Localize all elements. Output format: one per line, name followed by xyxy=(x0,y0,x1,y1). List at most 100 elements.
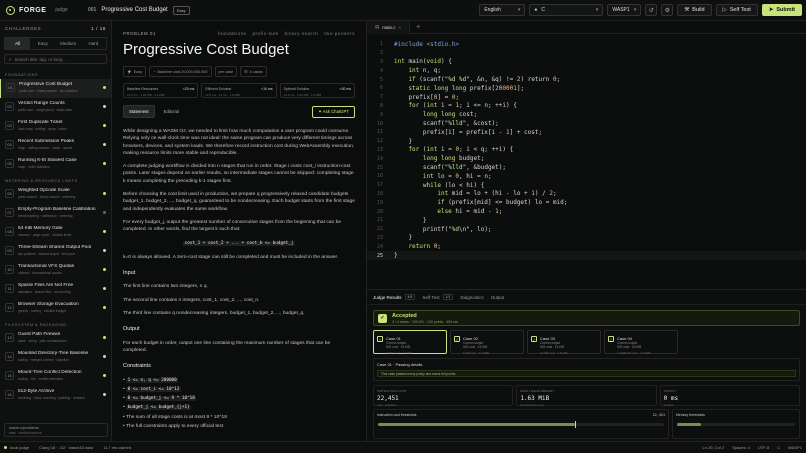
code-language-select[interactable]: ● C ▾ xyxy=(529,4,604,16)
file-tab-main-c[interactable]: ▤ main.c × xyxy=(367,20,411,34)
code-line[interactable]: 17 while (lo < hi) { xyxy=(367,181,806,190)
constraints-heading: Constraints xyxy=(123,363,151,370)
sidebar-item[interactable]: 16 512-Byte Archive archiving · block roun… xyxy=(0,386,111,405)
sidebar-item-text: Progressive Cost Budget prefix sum · bina… xyxy=(19,82,99,93)
compiler-select[interactable]: WASP1 ▾ xyxy=(607,4,642,16)
check-icon: ✓ xyxy=(377,336,383,342)
constraint-item: • The sum of all stage costs is at most … xyxy=(123,414,227,420)
code-line[interactable]: 23 } xyxy=(367,234,806,243)
code-line[interactable]: 18 int mid = lo + (hi - lo + 1) / 2; xyxy=(367,190,806,199)
search-input[interactable]: ⌕ Search title, tag, or lang... xyxy=(4,54,107,64)
solved-status-dot-icon xyxy=(103,143,106,146)
case-resource: 503 cost · 16 KiB xyxy=(463,345,488,349)
code-line[interactable]: 7 prefix[0] = 0; xyxy=(367,93,806,102)
sidebar-item[interactable]: 07 Empty-Program Baseline Calibration benc… xyxy=(0,204,111,223)
tag: binary-search xyxy=(284,31,319,36)
code-line[interactable]: 20 else hi = mid - 1; xyxy=(367,207,806,216)
status-language[interactable]: C xyxy=(777,445,780,450)
tab-all[interactable]: All xyxy=(5,38,31,49)
code-line[interactable]: 8 for (int i = 1; i <= n; ++i) { xyxy=(367,102,806,111)
status-encoding[interactable]: UTF-8 xyxy=(758,445,769,450)
code-line[interactable]: 5 if (scanf("%d %d", &n, &q) != 2) retur… xyxy=(367,75,806,84)
code-line[interactable]: 6 static long long prefix[200001]; xyxy=(367,84,806,93)
stat-value: <20 ms xyxy=(182,87,195,91)
code-line[interactable]: 21 } xyxy=(367,216,806,225)
logo[interactable]: FORGE judge xyxy=(6,5,68,15)
code-line[interactable]: 10 scanf("%lld", &cost); xyxy=(367,119,806,128)
code-line[interactable]: 22 printf("%d\n", lo); xyxy=(367,225,806,234)
tab-self-test[interactable]: Self Test 1/1 xyxy=(422,294,454,300)
tab-statement[interactable]: Statement xyxy=(123,105,155,118)
status-cursor[interactable]: Ln 25, Col 2 xyxy=(703,445,725,450)
code-line[interactable]: 24 return 0; xyxy=(367,242,806,251)
test-case-card[interactable]: ✓ Case 02 Correct output 503 cost · 16 KiB 5… xyxy=(450,330,524,355)
metric-value: 22,451 xyxy=(377,395,399,402)
settings-icon[interactable]: ⚙ xyxy=(661,4,674,16)
tab-easy[interactable]: Easy xyxy=(30,38,55,49)
sidebar-item[interactable]: 14 Mounted Directory-Tree Baseline sorting… xyxy=(0,348,111,367)
code-area[interactable]: 1 #include <stdio.h> 2 3 int main(void) {4 i… xyxy=(367,40,806,260)
sidebar-item-label: Three-Stream Shared Output Pool xyxy=(18,245,92,250)
forge-logo-icon xyxy=(6,5,15,15)
line-number: 20 xyxy=(376,208,383,215)
sidebar-item[interactable]: 02 Verdict Range Counts prefix sum · range… xyxy=(0,98,111,117)
test-case-card[interactable]: ✓ Case 03 Correct output 503 cost · 16 KiB 1… xyxy=(527,330,601,355)
code-token: } xyxy=(394,234,413,242)
sidebar-item[interactable]: 13 Guest Path Firewall stack · string · pa… xyxy=(0,329,111,348)
status-compiler-mode[interactable]: WASP1 xyxy=(788,445,802,450)
sidebar-item[interactable]: 03 First Duplicate Ticket hash map · sorti… xyxy=(0,117,111,136)
tab-hard[interactable]: Hard xyxy=(81,38,106,49)
sidebar-item[interactable]: 08 64 KiB Memory Gate memory · page count … xyxy=(0,223,111,242)
sidebar-item-text: Recent Submission Peaks heap · sliding wi… xyxy=(18,139,99,150)
status-indent[interactable]: Spaces: 4 xyxy=(732,445,750,450)
code-line[interactable]: 25} xyxy=(367,251,806,260)
sidebar-item[interactable]: 15 Mount-Tree Conflict Detection sorting ·… xyxy=(0,367,111,386)
code-line[interactable]: 11 prefix[i] = prefix[i - 1] + cost; xyxy=(367,128,806,137)
code-line[interactable]: 1 #include <stdio.h> xyxy=(367,40,806,49)
code-line[interactable]: 16 int lo = 0, hi = n; xyxy=(367,172,806,181)
test-case-card[interactable]: ✓ Case 04 Correct output 503 cost · 16 KiB 1… xyxy=(604,330,678,355)
sidebar-item[interactable]: 04 Recent Submission Peaks heap · sliding … xyxy=(0,136,111,155)
case-resource-detail: 4.9M cost · 1.6 MiB xyxy=(386,351,412,355)
sidebar-item[interactable]: 06 Weighted Opcode Scale prefix search · b… xyxy=(0,185,111,204)
ask-chatgpt-button[interactable]: ✦ Ask ChatGPT xyxy=(312,105,355,118)
chip-label: 4 cases xyxy=(249,69,263,74)
sidebar-item[interactable]: 09 Three-Stream Shared Output Pool two poi… xyxy=(0,242,111,261)
history-icon[interactable]: ↺ xyxy=(645,4,658,16)
tab-judge-results[interactable]: Judge Results 4/4 xyxy=(373,294,416,300)
code-text: static long long prefix[200001]; xyxy=(394,85,524,92)
add-tab-icon[interactable]: + xyxy=(410,24,426,31)
close-icon[interactable]: × xyxy=(399,25,402,30)
build-button[interactable]: ⚒ Build xyxy=(677,4,712,16)
sidebar-item[interactable]: 10 Transactional VFS Quotas rollback · tra… xyxy=(0,261,111,280)
sidebar-item[interactable]: 01 Progressive Cost Budget prefix sum · bi… xyxy=(0,79,111,98)
file-name: main.c xyxy=(382,24,396,30)
code-line[interactable]: 12 } xyxy=(367,137,806,146)
chevron-down-icon: ▾ xyxy=(633,7,637,13)
language-select[interactable]: English ▾ xyxy=(479,4,526,16)
code-line[interactable]: 14 long long budget; xyxy=(367,154,806,163)
code-line[interactable]: 3 int main(void) { xyxy=(367,58,806,67)
sidebar-item[interactable]: 11 Sparse Files Are Not Free allocation · … xyxy=(0,280,111,299)
tab-medium[interactable]: Medium xyxy=(56,38,81,49)
code-line[interactable]: 15 scanf("%lld", &budget); xyxy=(367,163,806,172)
sidebar-footer[interactable]: wasm-c/problems wasi · verified archive xyxy=(4,423,108,437)
tab-diagnostics[interactable]: Diagnostics xyxy=(460,295,483,300)
self-test-button[interactable]: ▷ Self Test xyxy=(715,4,758,16)
code-line[interactable]: 13 for (int i = 0; i < q; ++i) { xyxy=(367,146,806,155)
sidebar-item[interactable]: 05 Running K-th Slowest Case heap · order … xyxy=(0,155,111,174)
metric-card: INSTRUCTION COST 22,451 cost · baseline xyxy=(373,385,514,407)
memory-track xyxy=(677,423,795,426)
sidebar-item[interactable]: 12 Browser Storage Evacuation greedy · sor… xyxy=(0,299,111,318)
code-line[interactable]: 19 if (prefix[mid] <= budget) lo = mid; xyxy=(367,198,806,207)
code-line[interactable]: 4 int n, q; xyxy=(367,66,806,75)
code-line[interactable]: 9 long long cost; xyxy=(367,110,806,119)
submit-button[interactable]: ➤ Submit xyxy=(761,4,802,16)
tab-editorial[interactable]: Editorial xyxy=(158,105,186,118)
tab-output[interactable]: Output xyxy=(491,295,505,300)
sidebar: CHALLENGES 1 / 16 All Easy Medium Hard ⌕… xyxy=(0,21,112,441)
code-line[interactable]: 2 xyxy=(367,49,806,58)
test-case-card[interactable]: ✓ Case 01 Correct output 503 cost · 16 KiB 4… xyxy=(373,330,447,355)
input-heading: Input xyxy=(123,270,136,277)
code-text: long long cost; xyxy=(394,111,477,118)
